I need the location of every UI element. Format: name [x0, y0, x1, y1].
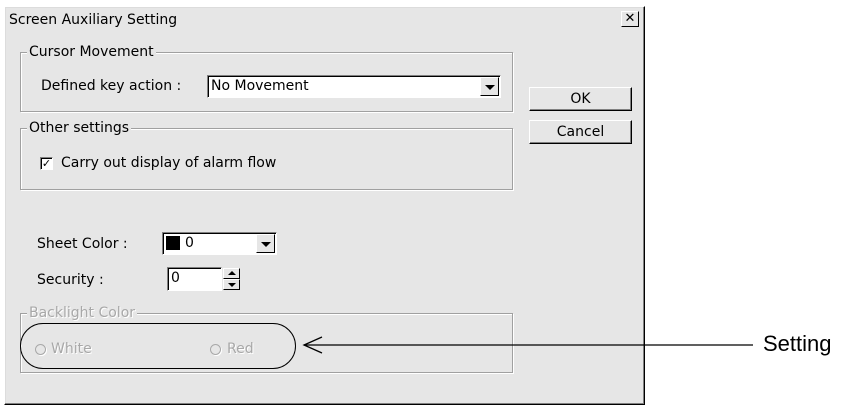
callout-label: Setting [763, 331, 832, 356]
callout-arrow [302, 336, 753, 354]
